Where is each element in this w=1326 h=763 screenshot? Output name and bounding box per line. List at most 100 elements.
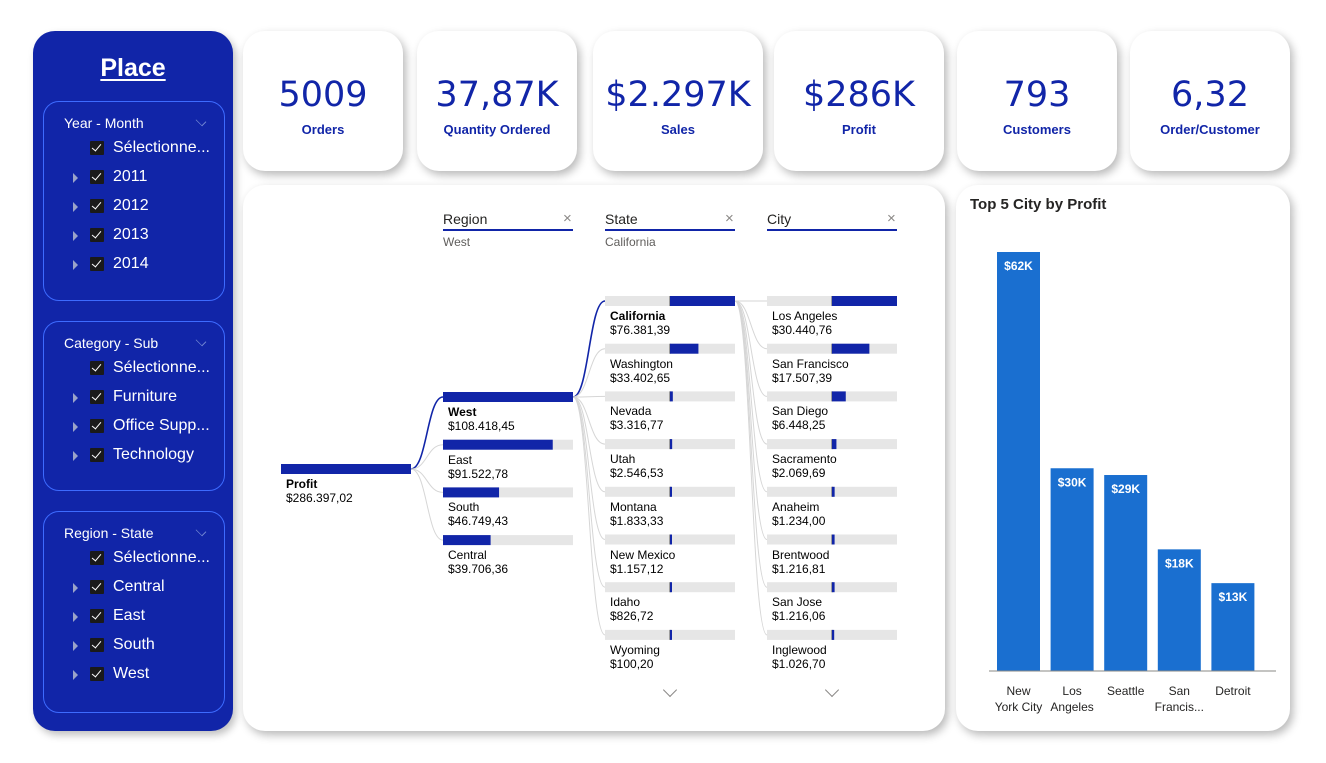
checkbox-checked-icon[interactable] bbox=[90, 228, 104, 242]
kpi-label: Customers bbox=[1003, 122, 1071, 137]
checkbox-checked-icon[interactable] bbox=[90, 667, 104, 681]
slicer-option[interactable]: East bbox=[44, 606, 224, 628]
slicer-title[interactable]: Year - Month bbox=[64, 115, 144, 131]
tree-node-name[interactable]: Montana bbox=[610, 500, 657, 514]
tree-connector bbox=[572, 348, 606, 398]
tree-node-name[interactable]: San Jose bbox=[772, 595, 822, 609]
checkbox-checked-icon[interactable] bbox=[90, 390, 104, 404]
checkbox-checked-icon[interactable] bbox=[90, 170, 104, 184]
expand-arrow-icon[interactable] bbox=[73, 202, 78, 212]
slicer-option-label: Furniture bbox=[113, 388, 178, 405]
slicer-option[interactable]: 2011 bbox=[44, 167, 224, 189]
expand-arrow-icon[interactable] bbox=[73, 641, 78, 651]
checkbox-checked-icon[interactable] bbox=[90, 551, 104, 565]
slicer-option[interactable]: 2013 bbox=[44, 225, 224, 247]
tree-bar bbox=[832, 296, 897, 306]
tree-node-value: $2.546,53 bbox=[610, 466, 664, 481]
tree-node-name[interactable]: Brentwood bbox=[772, 548, 829, 562]
kpi-value: 6,32 bbox=[1171, 75, 1249, 115]
kpi-card-quantity: 37,87K Quantity Ordered bbox=[417, 31, 577, 171]
tree-node-value: $6.448,25 bbox=[772, 418, 826, 433]
expand-arrow-icon[interactable] bbox=[73, 393, 78, 403]
slicer-option[interactable]: Sélectionne... bbox=[44, 548, 224, 570]
tree-node-name[interactable]: Sacramento bbox=[772, 452, 837, 466]
tree-node-name[interactable]: San Francisco bbox=[772, 357, 849, 371]
tree-node-value: $286.397,02 bbox=[286, 491, 353, 505]
expand-arrow-icon[interactable] bbox=[73, 231, 78, 241]
tree-node-name[interactable]: West bbox=[448, 405, 476, 419]
slicer-option[interactable]: 2014 bbox=[44, 254, 224, 276]
chevron-down-icon[interactable] bbox=[195, 525, 207, 537]
tree-node-name[interactable]: Los Angeles bbox=[772, 309, 837, 323]
tree-node-name[interactable]: Utah bbox=[610, 452, 635, 466]
tree-node-name[interactable]: South bbox=[448, 500, 479, 514]
slicer-title[interactable]: Category - Sub bbox=[64, 335, 158, 351]
kpi-label: Orders bbox=[301, 122, 345, 137]
slicer-option-label: East bbox=[113, 607, 146, 624]
tree-level-underline bbox=[605, 229, 735, 231]
checkbox-checked-icon[interactable] bbox=[90, 609, 104, 623]
tree-bar bbox=[670, 582, 672, 593]
close-icon[interactable]: × bbox=[725, 210, 734, 227]
tree-node-name[interactable]: Anaheim bbox=[772, 500, 819, 514]
tree-node-name[interactable]: East bbox=[448, 453, 472, 467]
chevron-down-icon[interactable] bbox=[195, 335, 207, 347]
expand-arrow-icon[interactable] bbox=[73, 173, 78, 183]
tree-node-name[interactable]: Nevada bbox=[610, 404, 651, 418]
tree-bar bbox=[670, 439, 673, 450]
tree-connectors bbox=[281, 296, 897, 640]
checkbox-checked-icon[interactable] bbox=[90, 448, 104, 462]
slicer-option[interactable]: Central bbox=[44, 577, 224, 599]
tree-bar bbox=[443, 392, 573, 402]
tree-node-name[interactable]: Wyoming bbox=[610, 643, 660, 657]
slicer-option[interactable]: Office Supp... bbox=[44, 416, 224, 438]
slicer-option[interactable]: Sélectionne... bbox=[44, 138, 224, 160]
tree-level-underline bbox=[443, 229, 573, 231]
expand-arrow-icon[interactable] bbox=[73, 422, 78, 432]
close-icon[interactable]: × bbox=[563, 210, 572, 227]
tree-bar bbox=[832, 391, 846, 402]
slicer-option[interactable]: Sélectionne... bbox=[44, 358, 224, 380]
slicer-title[interactable]: Region - State bbox=[64, 525, 154, 541]
slicer-option[interactable]: 2012 bbox=[44, 196, 224, 218]
slicer-option[interactable]: Furniture bbox=[44, 387, 224, 409]
checkbox-checked-icon[interactable] bbox=[90, 638, 104, 652]
tree-node-name[interactable]: Idaho bbox=[610, 595, 640, 609]
checkbox-checked-icon[interactable] bbox=[90, 141, 104, 155]
kpi-value: $2.297K bbox=[605, 75, 751, 115]
checkbox-checked-icon[interactable] bbox=[90, 361, 104, 375]
chart-category-label: Seattle bbox=[1107, 684, 1145, 698]
checkbox-checked-icon[interactable] bbox=[90, 419, 104, 433]
chart-bar bbox=[997, 252, 1040, 671]
checkbox-checked-icon[interactable] bbox=[90, 199, 104, 213]
slicer-option[interactable]: Technology bbox=[44, 445, 224, 467]
filter-sidebar: Place Year - Month Sélectionne... 2011 2012… bbox=[33, 31, 233, 731]
tree-connector bbox=[572, 396, 606, 588]
tree-level-header[interactable]: Region bbox=[443, 211, 487, 227]
tree-node-value: $1.157,12 bbox=[610, 561, 664, 576]
expand-arrow-icon[interactable] bbox=[73, 670, 78, 680]
kpi-value: $286K bbox=[802, 75, 916, 115]
tree-node-value: $46.749,43 bbox=[448, 514, 509, 529]
expand-arrow-icon[interactable] bbox=[73, 583, 78, 593]
tree-node-name[interactable]: Washington bbox=[610, 357, 673, 371]
tree-level-header[interactable]: State bbox=[605, 211, 638, 227]
kpi-label: Sales bbox=[661, 122, 695, 137]
tree-level-header[interactable]: City bbox=[767, 211, 791, 227]
tree-node-name[interactable]: San Diego bbox=[772, 404, 828, 418]
slicer-option[interactable]: South bbox=[44, 635, 224, 657]
tree-node-name[interactable]: New Mexico bbox=[610, 548, 675, 562]
close-icon[interactable]: × bbox=[887, 210, 896, 227]
tree-node-name[interactable]: Inglewood bbox=[772, 643, 827, 657]
checkbox-checked-icon[interactable] bbox=[90, 257, 104, 271]
slicer-option[interactable]: West bbox=[44, 664, 224, 686]
expand-arrow-icon[interactable] bbox=[73, 612, 78, 622]
tree-node-name[interactable]: Central bbox=[448, 548, 487, 562]
expand-arrow-icon[interactable] bbox=[73, 451, 78, 461]
tree-bar bbox=[670, 391, 673, 402]
checkbox-checked-icon[interactable] bbox=[90, 580, 104, 594]
chevron-down-icon[interactable] bbox=[195, 115, 207, 127]
expand-arrow-icon[interactable] bbox=[73, 260, 78, 270]
slicer-region-state: Region - State Sélectionne... Central East S… bbox=[43, 511, 225, 713]
tree-node-name[interactable]: California bbox=[610, 309, 665, 323]
